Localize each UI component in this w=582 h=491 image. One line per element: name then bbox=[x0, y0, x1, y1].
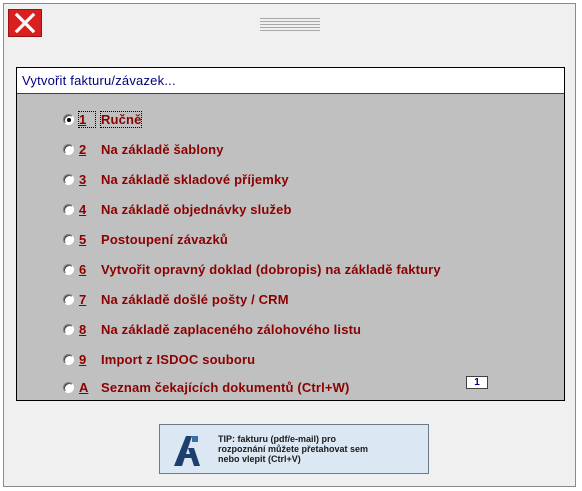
waiting-count-badge: 1 bbox=[466, 376, 488, 389]
panel-title: Vytvořit fakturu/závazek... bbox=[22, 73, 176, 88]
options-panel: Vytvořit fakturu/závazek... 1 Ručně 2 Na… bbox=[16, 67, 565, 401]
tip-line: TIP: fakturu (pdf/e-mail) pro bbox=[218, 434, 336, 444]
tip-line: nebo vlepit (Ctrl+V) bbox=[218, 454, 301, 464]
option-label: Seznam čekajících dokumentů (Ctrl+W) bbox=[101, 379, 350, 395]
option-stock-receipt[interactable]: 3 Na základě skladové příjemky bbox=[63, 170, 289, 188]
radio-button[interactable] bbox=[63, 173, 74, 185]
option-key: A bbox=[79, 379, 89, 395]
option-label: Na základě skladové příjemky bbox=[101, 171, 289, 187]
radio-button[interactable] bbox=[63, 113, 74, 125]
option-key: 6 bbox=[79, 261, 87, 277]
option-label: Vytvořit opravný doklad (dobropis) na zá… bbox=[101, 261, 441, 277]
radio-button[interactable] bbox=[63, 381, 74, 393]
radio-button[interactable] bbox=[63, 353, 74, 365]
option-key: 7 bbox=[79, 291, 87, 307]
radio-button[interactable] bbox=[63, 233, 74, 245]
option-label: Na základě došlé pošty / CRM bbox=[101, 291, 289, 307]
option-key: 8 bbox=[79, 321, 87, 337]
option-label: Na základě objednávky služeb bbox=[101, 201, 292, 217]
option-manual[interactable]: 1 Ručně bbox=[63, 110, 143, 128]
option-key: 1 bbox=[78, 110, 96, 128]
option-assignment[interactable]: 5 Postoupení závazků bbox=[63, 230, 228, 248]
option-template[interactable]: 2 Na základě šablony bbox=[63, 140, 224, 158]
close-icon bbox=[14, 13, 36, 33]
radio-button[interactable] bbox=[63, 203, 74, 215]
tip-line: rozpoznání můžete přetahovat sem bbox=[218, 444, 369, 454]
title-bar[interactable] bbox=[4, 4, 575, 40]
option-label: Na základě šablony bbox=[101, 141, 224, 157]
option-label: Import z ISDOC souboru bbox=[101, 351, 256, 367]
option-key: 9 bbox=[79, 351, 87, 367]
radio-button[interactable] bbox=[63, 323, 74, 335]
option-label: Postoupení závazků bbox=[101, 231, 228, 247]
option-service-order[interactable]: 4 Na základě objednávky služeb bbox=[63, 200, 292, 218]
option-key: 5 bbox=[79, 231, 87, 247]
option-credit-note[interactable]: 6 Vytvořit opravný doklad (dobropis) na … bbox=[63, 260, 441, 278]
option-key: 3 bbox=[79, 171, 87, 187]
radio-button[interactable] bbox=[63, 263, 74, 275]
option-isdoc-import[interactable]: 9 Import z ISDOC souboru bbox=[63, 350, 255, 368]
panel-header: Vytvořit fakturu/závazek... bbox=[17, 68, 564, 94]
app-logo-icon bbox=[174, 436, 200, 466]
option-key: 2 bbox=[79, 141, 87, 157]
option-key: 4 bbox=[79, 201, 87, 217]
option-incoming-mail[interactable]: 7 Na základě došlé pošty / CRM bbox=[63, 290, 289, 308]
option-waiting-documents[interactable]: A Seznam čekajících dokumentů (Ctrl+W) bbox=[63, 378, 349, 396]
option-label: Na základě zaplaceného zálohového listu bbox=[101, 321, 362, 337]
option-label: Ručně bbox=[99, 110, 143, 128]
close-button[interactable] bbox=[8, 9, 42, 37]
tip-drop-zone[interactable]: TIP: fakturu (pdf/e-mail) pro rozpoznání… bbox=[159, 424, 429, 474]
radio-button[interactable] bbox=[63, 143, 74, 155]
radio-button[interactable] bbox=[63, 293, 74, 305]
dialog-window: Vytvořit fakturu/závazek... 1 Ručně 2 Na… bbox=[3, 3, 576, 487]
tip-text: TIP: fakturu (pdf/e-mail) pro rozpoznání… bbox=[218, 434, 423, 464]
drag-grip-icon[interactable] bbox=[260, 18, 320, 34]
option-advance-invoice[interactable]: 8 Na základě zaplaceného zálohového list… bbox=[63, 320, 361, 338]
